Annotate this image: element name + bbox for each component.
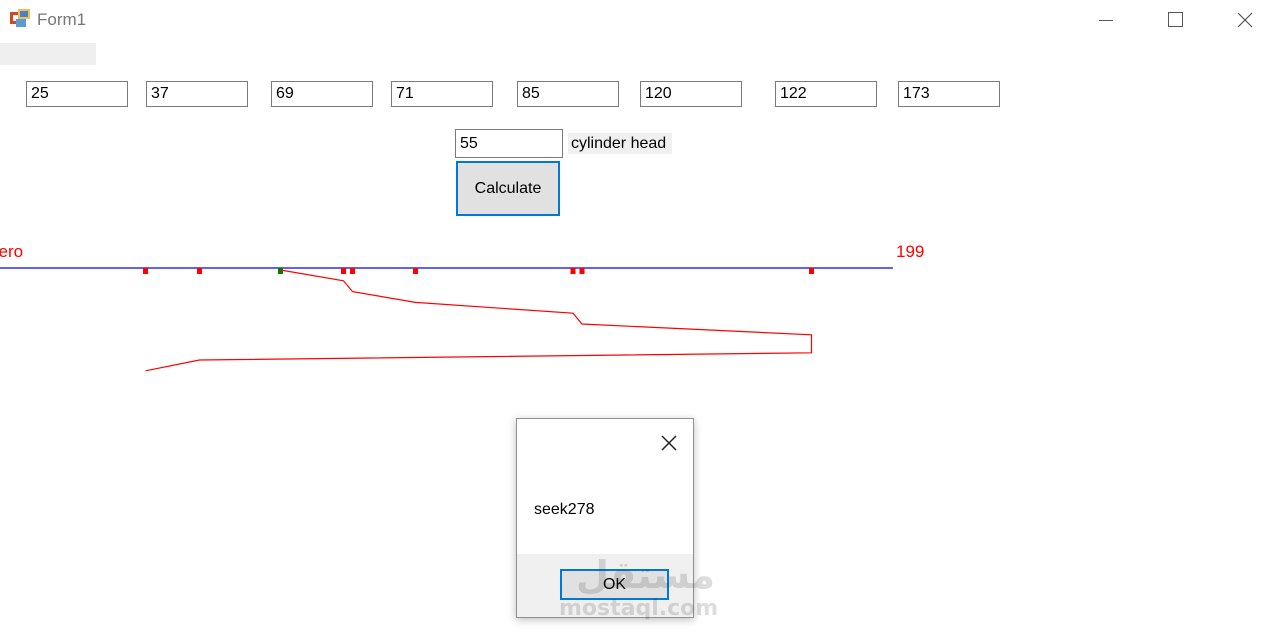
dialog-close-icon[interactable] bbox=[657, 431, 681, 455]
request-input-2[interactable] bbox=[146, 81, 248, 107]
request-input-6[interactable] bbox=[640, 81, 742, 107]
maximize-icon bbox=[1168, 12, 1183, 27]
dialog-message: seek278 bbox=[534, 501, 595, 518]
request-input-4[interactable] bbox=[391, 81, 493, 107]
calculate-button[interactable]: Calculate bbox=[456, 161, 560, 216]
dialog-footer: OK bbox=[517, 554, 693, 617]
request-marker-7 bbox=[579, 268, 585, 274]
seek-path-line bbox=[145, 269, 813, 372]
axis-end-label: 199 bbox=[896, 242, 924, 261]
request-marker-5 bbox=[413, 268, 418, 274]
request-marker-2 bbox=[197, 268, 202, 274]
request-marker-8 bbox=[809, 268, 814, 274]
minimize-button[interactable] bbox=[1077, 0, 1135, 40]
head-marker bbox=[278, 268, 283, 274]
axis-start-label: zero bbox=[0, 242, 23, 261]
close-button[interactable] bbox=[1216, 0, 1266, 40]
menu-strip bbox=[0, 43, 96, 65]
request-input-8[interactable] bbox=[898, 81, 1000, 107]
close-icon bbox=[1237, 12, 1253, 28]
message-dialog: seek278 OK bbox=[516, 418, 694, 618]
request-marker-1 bbox=[143, 268, 148, 274]
request-marker-3 bbox=[341, 268, 346, 274]
request-input-7[interactable] bbox=[775, 81, 877, 107]
minimize-icon bbox=[1099, 20, 1113, 21]
title-bar: Form1 bbox=[0, 0, 1266, 40]
maximize-button[interactable] bbox=[1147, 0, 1205, 40]
cylinder-head-input[interactable] bbox=[455, 129, 563, 158]
request-input-5[interactable] bbox=[517, 81, 619, 107]
request-input-1[interactable] bbox=[26, 81, 128, 107]
cylinder-head-label: cylinder head bbox=[568, 133, 672, 154]
request-marker-6 bbox=[570, 268, 576, 274]
window-title: Form1 bbox=[37, 10, 87, 29]
request-input-3[interactable] bbox=[271, 81, 373, 107]
ok-button[interactable]: OK bbox=[560, 569, 669, 600]
seek-chart: zero 199 bbox=[0, 242, 924, 372]
request-marker-4 bbox=[350, 268, 355, 274]
form-app-icon bbox=[10, 9, 30, 27]
